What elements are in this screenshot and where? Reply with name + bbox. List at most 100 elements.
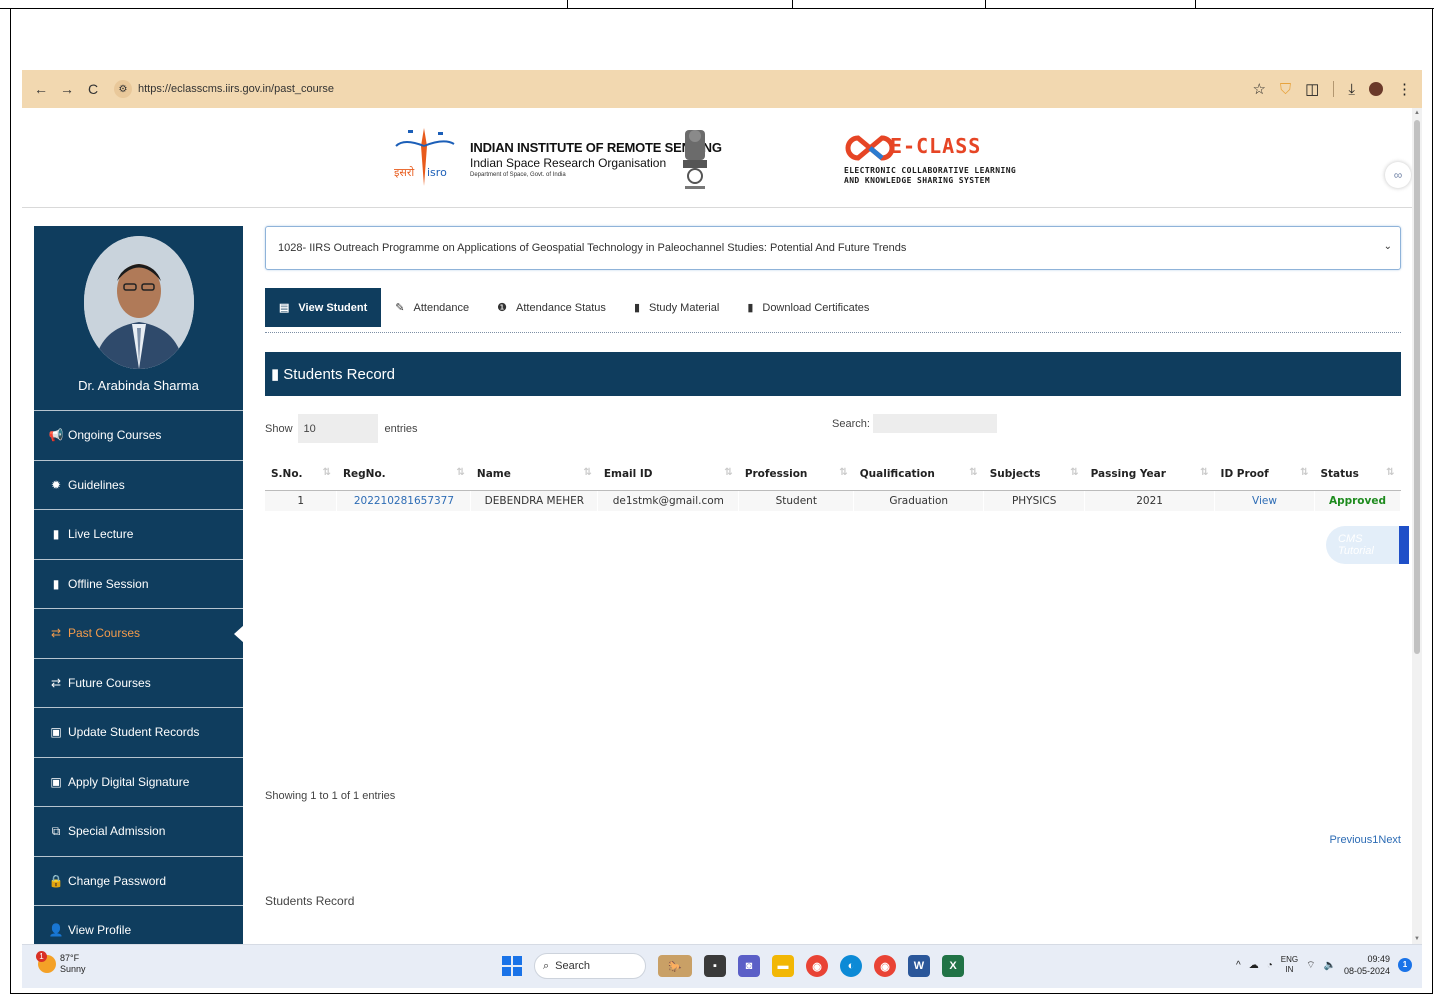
profile-avatar bbox=[84, 236, 194, 369]
onedrive-icon[interactable]: ◔ bbox=[1267, 960, 1273, 971]
document-table-border bbox=[0, 0, 1434, 10]
sidebar-item-past-courses[interactable]: ⇄ Past Courses bbox=[34, 609, 244, 659]
taskbar-search[interactable]: ⌕ Search bbox=[534, 953, 646, 979]
profile-avatar-icon[interactable] bbox=[1369, 82, 1383, 96]
sidebar-item-guidelines[interactable]: ✹ Guidelines bbox=[34, 461, 243, 510]
forward-button[interactable]: → bbox=[54, 81, 80, 97]
cloud-icon[interactable]: ☁ bbox=[1249, 960, 1259, 971]
excel-icon[interactable]: X bbox=[942, 955, 964, 977]
eclass-title: E-CLASS bbox=[890, 134, 982, 158]
sidebar-item-change-password[interactable]: 🔒 Change Password bbox=[34, 857, 243, 906]
search-icon: ⌕ bbox=[543, 959, 550, 972]
tab-view-student[interactable]: ▤ View Student bbox=[265, 288, 382, 327]
tab-attendance-status[interactable]: ❶ Attendance Status bbox=[483, 288, 620, 327]
sidebar-item-update-student-records[interactable]: ▣ Update Student Records bbox=[34, 708, 243, 758]
edge-icon[interactable]: ◐ bbox=[840, 955, 862, 977]
svg-text:इसरो: इसरो bbox=[394, 166, 414, 179]
sidebar-item-apply-digital-signature[interactable]: ▣ Apply Digital Signature bbox=[34, 758, 243, 807]
document-border-bottom bbox=[10, 993, 1433, 994]
clock[interactable]: 09:49 08-05-2024 bbox=[1344, 953, 1390, 977]
sidebar-item-view-profile[interactable]: 👤 View Profile bbox=[34, 906, 243, 944]
eclass-infinity-logo-icon bbox=[845, 135, 895, 161]
column-header[interactable]: Name ⇅ bbox=[470, 458, 598, 491]
tab-attendance[interactable]: ✎ Attendance bbox=[381, 288, 483, 327]
scrollbar-thumb[interactable] bbox=[1414, 120, 1420, 654]
document-border-right bbox=[1432, 8, 1433, 993]
chrome-icon[interactable]: ◉ bbox=[806, 955, 828, 977]
system-tray: ^ ☁ ◔ ENG IN ⌔ 🔈 09:49 08-05-2024 1 bbox=[1236, 953, 1412, 977]
column-header[interactable]: Passing Year ⇅ bbox=[1084, 458, 1215, 491]
column-header[interactable]: Status ⇅ bbox=[1314, 458, 1401, 491]
windows-start-icon[interactable] bbox=[502, 956, 522, 976]
language-indicator[interactable]: ENG IN bbox=[1281, 955, 1298, 975]
pagination-previous[interactable]: Previous bbox=[1329, 834, 1372, 846]
tab-bar: ▤ View Student ✎ Attendance ❶ Attendance St… bbox=[265, 288, 1401, 333]
word-icon[interactable]: W bbox=[908, 955, 930, 977]
reload-button[interactable]: C bbox=[80, 81, 106, 97]
teams-chat-icon[interactable]: ◙ bbox=[738, 955, 760, 977]
column-header[interactable]: ID Proof ⇅ bbox=[1214, 458, 1315, 491]
pagination: Previous1Next bbox=[1329, 834, 1401, 846]
sidebar-item-live-lecture[interactable]: ▮ Live Lecture bbox=[34, 510, 243, 560]
address-bar[interactable]: ⚙ https://eclasscms.iirs.gov.in/past_cou… bbox=[114, 76, 334, 102]
download-icon[interactable]: ⤓ bbox=[1348, 81, 1355, 98]
profile-card: Dr. Arabinda Sharma bbox=[34, 226, 243, 411]
page-scrollbar[interactable]: ▲ ▼ bbox=[1412, 108, 1422, 944]
weather-widget[interactable]: 1 87°F Sunny bbox=[36, 951, 86, 975]
entries-select[interactable]: 10 bbox=[297, 414, 378, 443]
back-button[interactable]: ← bbox=[28, 81, 54, 97]
sort-icon: ⇅ bbox=[1300, 467, 1309, 478]
cell-email: de1stmk@gmail.com bbox=[597, 490, 740, 511]
column-header[interactable]: S.No. ⇅ bbox=[265, 458, 337, 491]
user-icon: 👤 bbox=[48, 923, 64, 938]
cell-regno-link[interactable]: 202210281657377 bbox=[336, 490, 472, 511]
more-menu-icon[interactable]: ⋮ bbox=[1397, 80, 1412, 98]
bookmark-star-icon[interactable]: ☆ bbox=[1252, 80, 1265, 98]
pagination-next[interactable]: Next bbox=[1378, 834, 1401, 846]
cell-passing-year: 2021 bbox=[1084, 490, 1216, 511]
shield-icon[interactable]: ⛉ bbox=[1280, 81, 1291, 98]
column-header[interactable]: Qualification ⇅ bbox=[853, 458, 984, 491]
tab-download-certificates[interactable]: ▮ Download Certificates bbox=[733, 288, 883, 327]
sidebar-item-ongoing-courses[interactable]: 📢 Ongoing Courses bbox=[34, 411, 243, 461]
sort-icon: ⇅ bbox=[456, 467, 465, 478]
taskbar-apps: ⌕ Search 🐎 ▪ ◙ ▬ ◉ ◐ ◉ W X bbox=[502, 953, 964, 979]
document-border-left bbox=[10, 8, 11, 993]
cell-profession: Student bbox=[738, 490, 855, 511]
sidebar-item-special-admission[interactable]: ⧉ Special Admission bbox=[34, 807, 243, 857]
widget-animal-icon[interactable]: 🐎 bbox=[658, 955, 692, 977]
scroll-down-icon[interactable]: ▼ bbox=[1414, 936, 1420, 942]
sidebar-item-offline-session[interactable]: ▮ Offline Session bbox=[34, 560, 243, 609]
task-view-icon[interactable]: ▪ bbox=[704, 955, 726, 977]
book-icon: ▮ bbox=[271, 366, 280, 383]
site-settings-icon[interactable]: ⚙ bbox=[114, 80, 132, 98]
url-text: https://eclasscms.iirs.gov.in/past_cours… bbox=[138, 83, 335, 95]
column-header[interactable]: Subjects ⇅ bbox=[983, 458, 1085, 491]
scroll-up-icon[interactable]: ▲ bbox=[1414, 110, 1420, 116]
wifi-icon[interactable]: ⌔ bbox=[1306, 959, 1315, 972]
book-icon: ▮ bbox=[633, 302, 640, 314]
notification-badge[interactable]: 1 bbox=[1398, 958, 1412, 972]
column-header[interactable]: RegNo. ⇅ bbox=[336, 458, 471, 491]
main-content: 1028- IIRS Outreach Programme on Applica… bbox=[265, 226, 1409, 908]
eclass-subtitle: ELECTRONIC COLLABORATIVE LEARNING AND KN… bbox=[844, 166, 1017, 185]
cell-id-proof-link[interactable]: View bbox=[1214, 490, 1315, 511]
exchange-icon: ⇄ bbox=[50, 626, 62, 641]
sort-icon: ⇅ bbox=[724, 467, 733, 478]
column-header[interactable]: Profession ⇅ bbox=[738, 458, 854, 491]
column-header[interactable]: Email ID ⇅ bbox=[597, 458, 739, 491]
tab-study-material[interactable]: ▮ Study Material bbox=[620, 288, 733, 327]
volume-icon[interactable]: 🔈 bbox=[1324, 960, 1336, 971]
course-select[interactable]: 1028- IIRS Outreach Programme on Applica… bbox=[265, 226, 1401, 270]
chevron-up-icon[interactable]: ^ bbox=[1236, 960, 1241, 971]
chrome-active-icon[interactable]: ◉ bbox=[874, 955, 896, 977]
search-input[interactable] bbox=[872, 414, 997, 433]
cell-qualification: Graduation bbox=[853, 490, 985, 511]
file-explorer-icon[interactable]: ▬ bbox=[772, 955, 794, 977]
accessibility-widget-button[interactable]: ∞ bbox=[1385, 162, 1411, 188]
course-select-value: 1028- IIRS Outreach Programme on Applica… bbox=[278, 242, 907, 254]
students-table: S.No. ⇅ RegNo. ⇅ Name ⇅ Email ID ⇅ Professio… bbox=[265, 458, 1402, 511]
extensions-icon[interactable]: ◫ bbox=[1305, 80, 1319, 98]
sidebar-item-future-courses[interactable]: ⇄ Future Courses bbox=[34, 659, 243, 708]
cms-tutorial-button[interactable]: CMS Tutorial bbox=[1326, 526, 1399, 564]
